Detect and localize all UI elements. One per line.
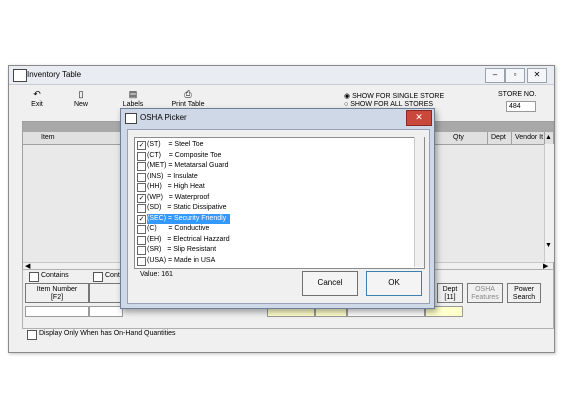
store-option-single[interactable]: ◉ SHOW FOR SINGLE STORE <box>344 92 444 100</box>
osha-button[interactable]: OSHA Features <box>467 283 503 303</box>
osha-item-row[interactable]: ✓ (WP) = Waterproof <box>136 193 417 203</box>
osha-item-checkbox[interactable] <box>137 162 146 171</box>
osha-item-row[interactable]: (USA) = Made in USA <box>136 256 417 266</box>
dialog-app-icon <box>125 113 137 124</box>
contains-checkbox-2[interactable] <box>93 272 103 282</box>
osha-item-checkbox[interactable] <box>137 204 146 213</box>
osha-item-checkbox[interactable]: ✓ <box>137 214 146 224</box>
osha-item-label: (SEC) = Security Friendly <box>147 213 231 224</box>
osha-item-label: (USA) = Made in USA <box>147 256 216 264</box>
column-qty[interactable]: Qty <box>450 132 488 144</box>
labels-icon: ▤ <box>128 89 138 99</box>
item-number-filter[interactable] <box>25 306 89 317</box>
app-icon <box>13 69 27 82</box>
osha-item-label: (SD) = Static Dissipative <box>147 204 227 211</box>
osha-item-label: (C) = Conductive <box>147 225 210 232</box>
store-no-label: STORE NO. <box>498 91 537 98</box>
minimize-icon[interactable]: – <box>485 68 505 83</box>
exit-icon: ↶ <box>33 89 41 99</box>
osha-item-row[interactable]: (HH) = High Heat <box>136 182 417 192</box>
osha-item-checkbox[interactable] <box>137 235 146 245</box>
osha-item-checkbox[interactable] <box>137 183 146 192</box>
contains-label-1: Contains <box>41 272 69 279</box>
power-search-button[interactable]: Power Search <box>507 283 541 303</box>
osha-item-checkbox[interactable]: ✓ <box>137 141 146 150</box>
osha-item-row[interactable]: (CT) = Composite Toe <box>136 151 417 161</box>
osha-item-row[interactable]: (C) = Conductive <box>136 224 417 234</box>
osha-item-row[interactable]: ✓ (SEC) = Security Friendly <box>136 213 417 224</box>
dialog-close-icon[interactable]: ✕ <box>406 110 432 126</box>
store-option-all[interactable]: ○ SHOW FOR ALL STORES <box>344 101 433 108</box>
ok-button[interactable]: OK <box>366 271 422 296</box>
osha-item-row[interactable]: (SR) = Slip Resistant <box>136 245 417 255</box>
display-only-checkbox[interactable] <box>27 330 37 340</box>
osha-item-row[interactable]: (SD) = Static Dissipative <box>136 203 417 213</box>
cancel-button[interactable]: Cancel <box>302 271 358 296</box>
radio-all-icon: ○ <box>344 101 349 108</box>
column-vendor[interactable]: Vendor It <box>512 132 545 144</box>
dept-button[interactable]: Dept [11] <box>437 283 463 303</box>
osha-item-label: (INS) = Insulate <box>147 172 198 180</box>
osha-picker-dialog: OSHA Picker ✕ ✓ (ST) = Steel Toe (CT) = Co… <box>120 108 435 309</box>
osha-item-label: (MET) = Metatarsal Guard <box>147 162 229 169</box>
osha-item-label: (ST) = Steel Toe <box>147 141 204 148</box>
printer-icon: ⎙ <box>184 89 192 99</box>
osha-item-label: (HH) = High Heat <box>147 183 205 190</box>
osha-item-label: (SR) = Slip Resistant <box>147 246 217 253</box>
title-bar: Inventory Table – ▫ ✕ <box>9 66 554 85</box>
osha-item-checkbox[interactable] <box>137 151 146 161</box>
osha-item-label: (EH) = Electrical Hazzard <box>147 235 230 243</box>
osha-item-checkbox[interactable] <box>137 246 146 255</box>
osha-item-label: (CT) = Composite Toe <box>147 151 222 159</box>
close-icon[interactable]: ✕ <box>527 68 547 83</box>
value-label: Value: 161 <box>140 271 173 278</box>
contains-checkbox-1[interactable] <box>29 272 39 282</box>
osha-item-row[interactable]: ✓ (ST) = Steel Toe <box>136 140 417 150</box>
osha-feature-list[interactable]: ✓ (ST) = Steel Toe (CT) = Composite Toe (ME… <box>134 137 425 269</box>
osha-item-row[interactable]: (MET) = Metatarsal Guard <box>136 161 417 171</box>
store-no-field[interactable]: 484 <box>506 101 536 112</box>
item-number-button[interactable]: Item Number [F2] <box>25 283 89 303</box>
new-button[interactable]: ▯ New <box>63 90 99 112</box>
dialog-title: OSHA Picker <box>140 113 187 122</box>
exit-button[interactable]: ↶ Exit <box>19 90 55 112</box>
osha-item-checkbox[interactable] <box>137 172 146 182</box>
filter-field-2[interactable] <box>89 306 123 317</box>
maximize-icon[interactable]: ▫ <box>505 68 525 83</box>
osha-item-label: (WP) = Waterproof <box>147 193 210 201</box>
filter-button-2[interactable] <box>89 283 121 303</box>
column-dept[interactable]: Dept <box>488 132 512 144</box>
osha-item-row[interactable]: (INS) = Insulate <box>136 172 417 182</box>
scroll-up-icon[interactable]: ▲ <box>545 134 552 141</box>
list-scrollbar[interactable] <box>414 137 424 267</box>
osha-item-row[interactable]: (EH) = Electrical Hazzard <box>136 235 417 245</box>
window-title: Inventory Table <box>27 70 82 79</box>
radio-single-icon: ◉ <box>344 93 351 100</box>
osha-item-checkbox[interactable]: ✓ <box>137 193 146 203</box>
display-only-label: Display Only When has On-Hand Quantities <box>39 330 176 337</box>
osha-item-checkbox[interactable] <box>137 256 146 266</box>
scroll-down-icon[interactable]: ▼ <box>545 242 552 249</box>
new-document-icon: ▯ <box>78 89 84 99</box>
osha-item-checkbox[interactable] <box>137 225 146 234</box>
